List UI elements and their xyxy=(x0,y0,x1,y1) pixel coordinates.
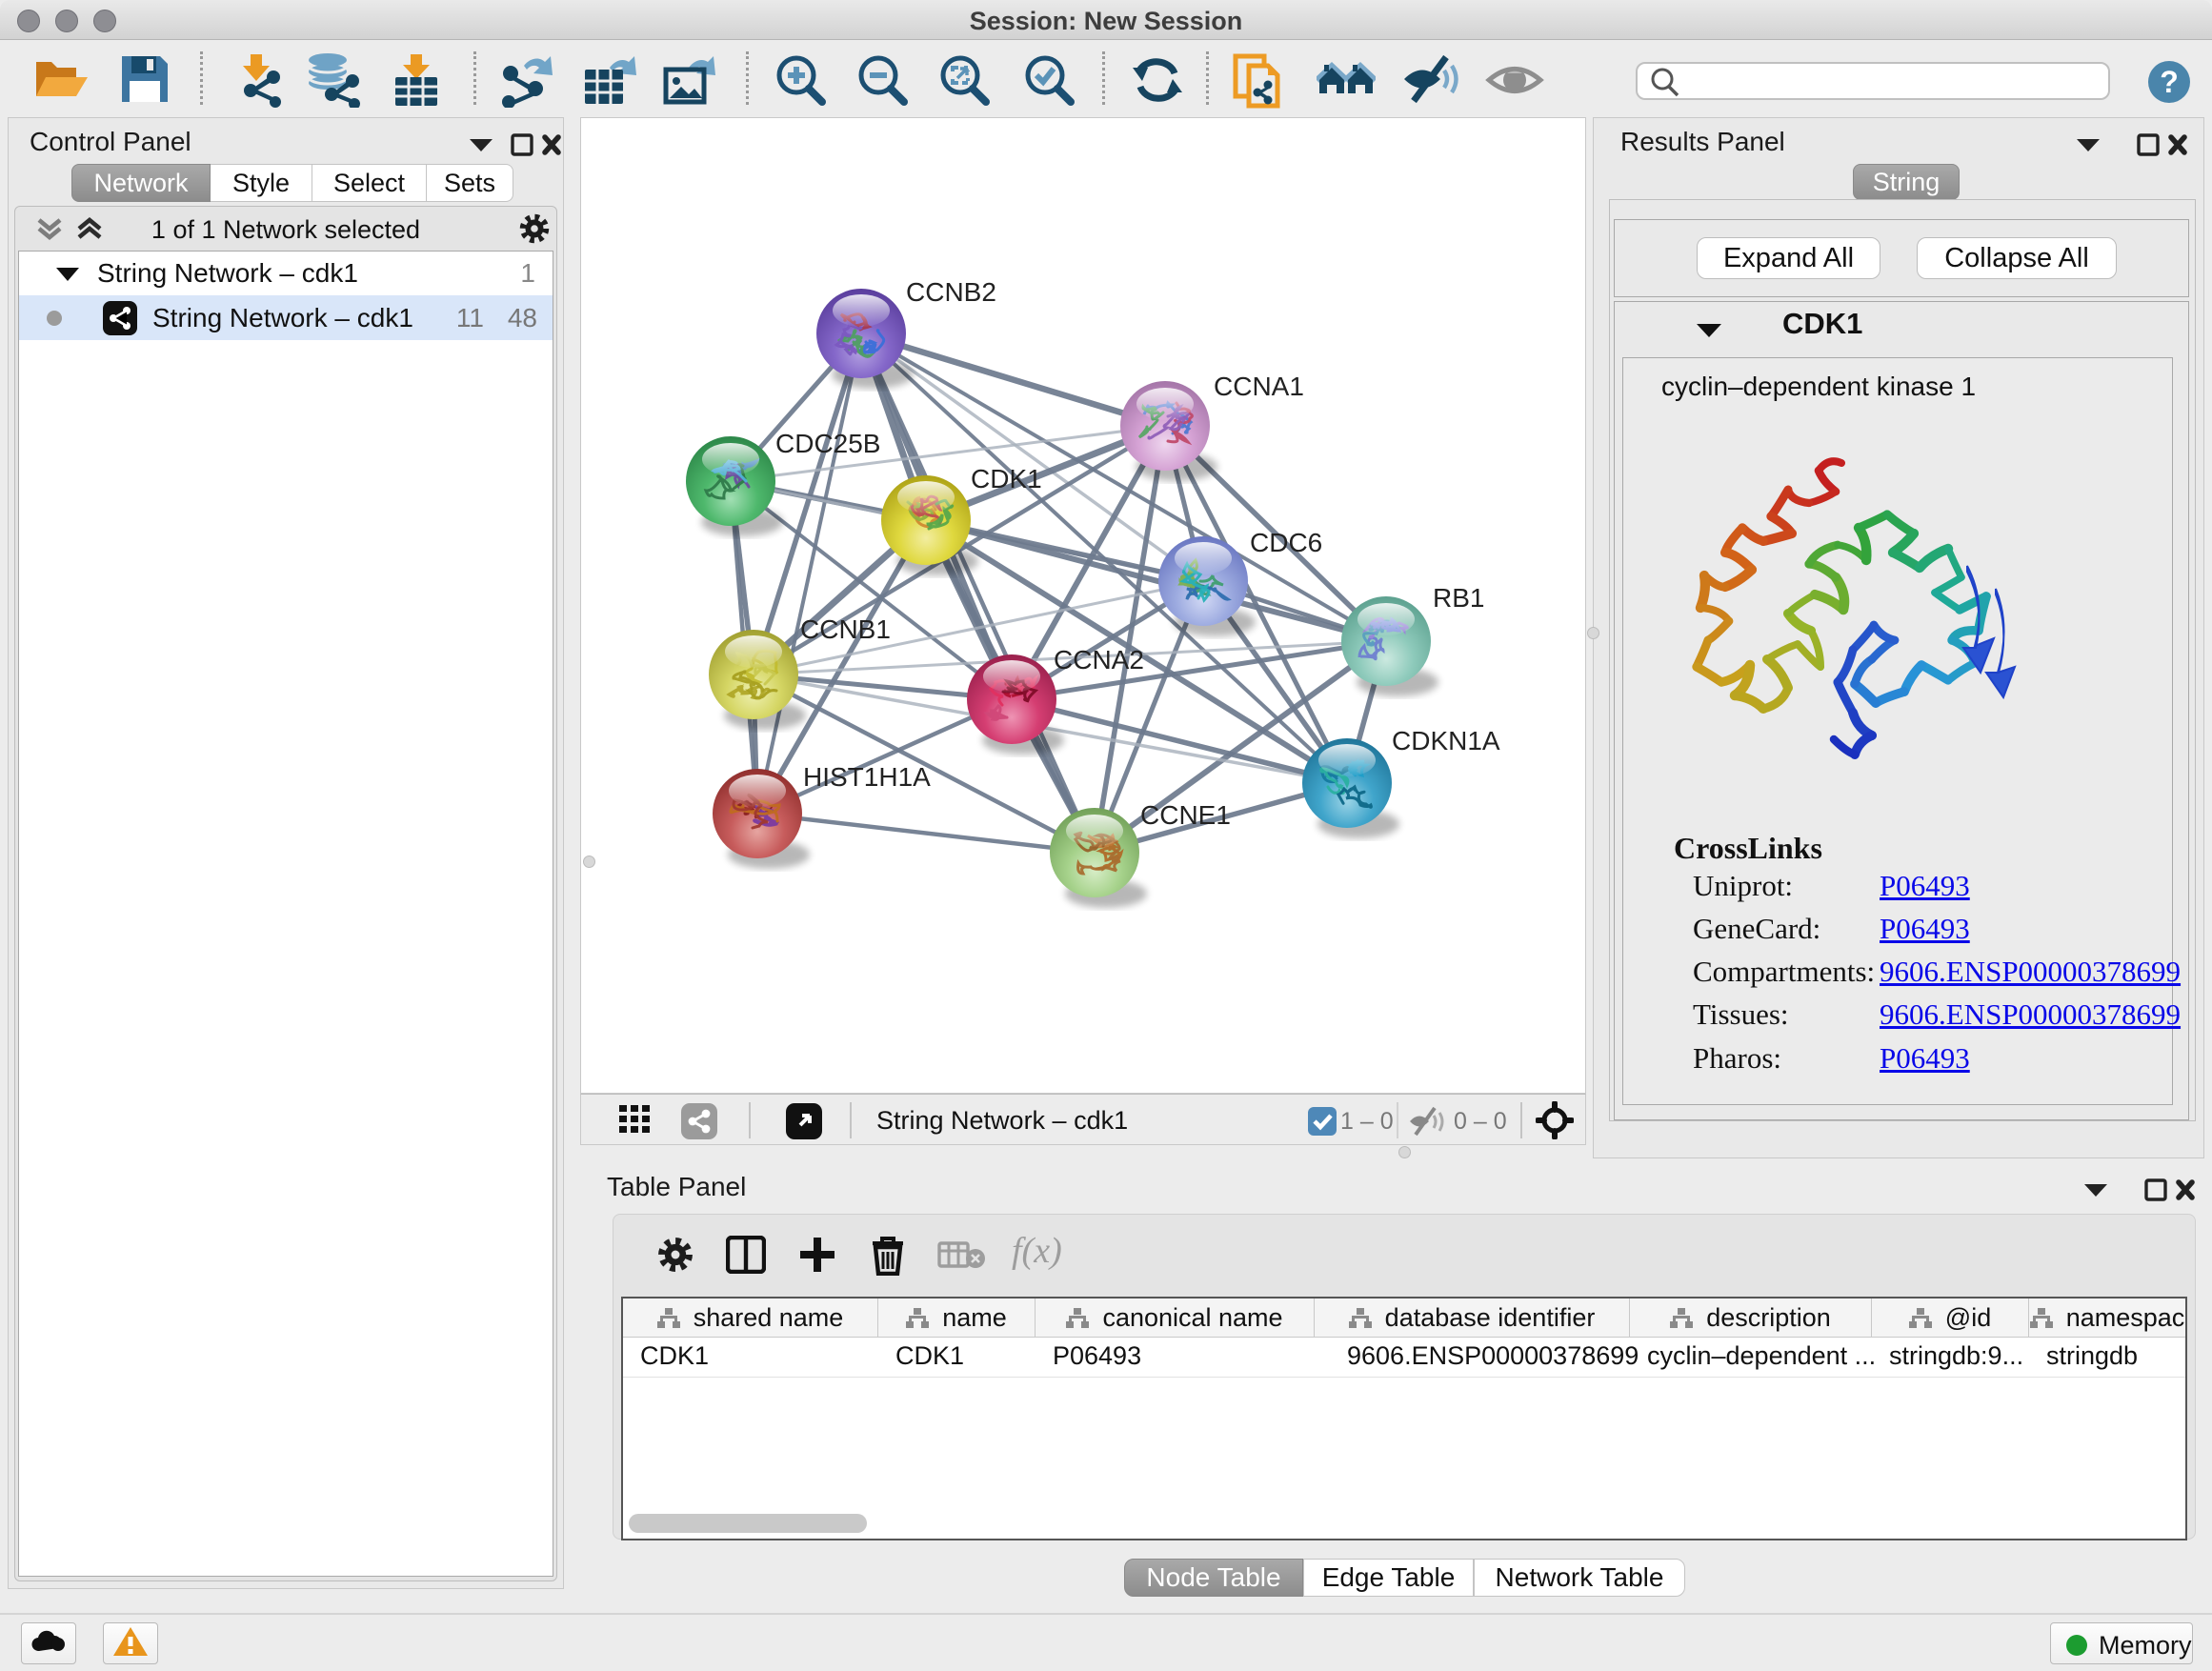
svg-text:CDC25B: CDC25B xyxy=(775,429,880,458)
svg-text:CCNA2: CCNA2 xyxy=(1054,645,1144,674)
svg-text:CDC6: CDC6 xyxy=(1250,528,1322,557)
svg-text:CCNA1: CCNA1 xyxy=(1214,372,1304,401)
svg-text:RB1: RB1 xyxy=(1433,583,1484,613)
svg-text:CCNB2: CCNB2 xyxy=(906,277,996,307)
svg-text:CDK1: CDK1 xyxy=(971,464,1042,493)
svg-text:HIST1H1A: HIST1H1A xyxy=(803,762,931,792)
svg-text:?: ? xyxy=(2160,65,2179,99)
svg-text:CCNB1: CCNB1 xyxy=(800,614,891,644)
svg-text:CDKN1A: CDKN1A xyxy=(1392,726,1500,755)
svg-text:CCNE1: CCNE1 xyxy=(1140,800,1231,830)
